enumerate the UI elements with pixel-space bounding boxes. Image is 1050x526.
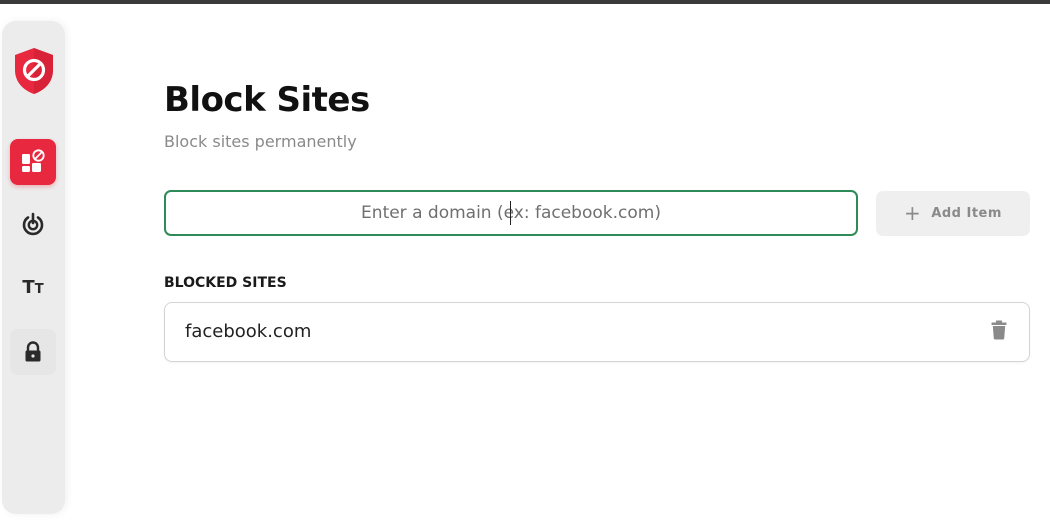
sidebar-item-text-size[interactable]: TT — [10, 265, 56, 311]
text-size-icon: TT — [22, 277, 44, 298]
list-item: facebook.com — [164, 302, 1030, 362]
shield-block-icon[interactable] — [11, 46, 57, 96]
blocked-sites-heading: BLOCKED SITES — [164, 275, 287, 291]
focus-icon — [22, 212, 44, 236]
page-subtitle: Block sites permanently — [164, 132, 357, 151]
page-title: Block Sites — [164, 80, 370, 120]
domain-input[interactable] — [164, 190, 858, 236]
plus-icon: + — [904, 200, 922, 225]
sidebar-item-focus[interactable] — [10, 201, 56, 247]
sidebar-item-lock[interactable] — [10, 329, 56, 375]
blocked-site-domain: facebook.com — [185, 321, 312, 342]
trash-icon[interactable] — [991, 320, 1007, 340]
sidebar: TT — [2, 21, 65, 514]
window-top-bar — [0, 0, 1050, 4]
add-item-label: Add Item — [931, 206, 1002, 221]
sidebar-item-block-sites[interactable] — [10, 139, 56, 185]
block-sites-icon — [22, 149, 45, 172]
blocked-sites-list: facebook.com — [164, 302, 1030, 362]
lock-icon — [25, 341, 41, 362]
add-item-button[interactable]: + Add Item — [876, 191, 1030, 236]
text-cursor — [510, 201, 511, 225]
